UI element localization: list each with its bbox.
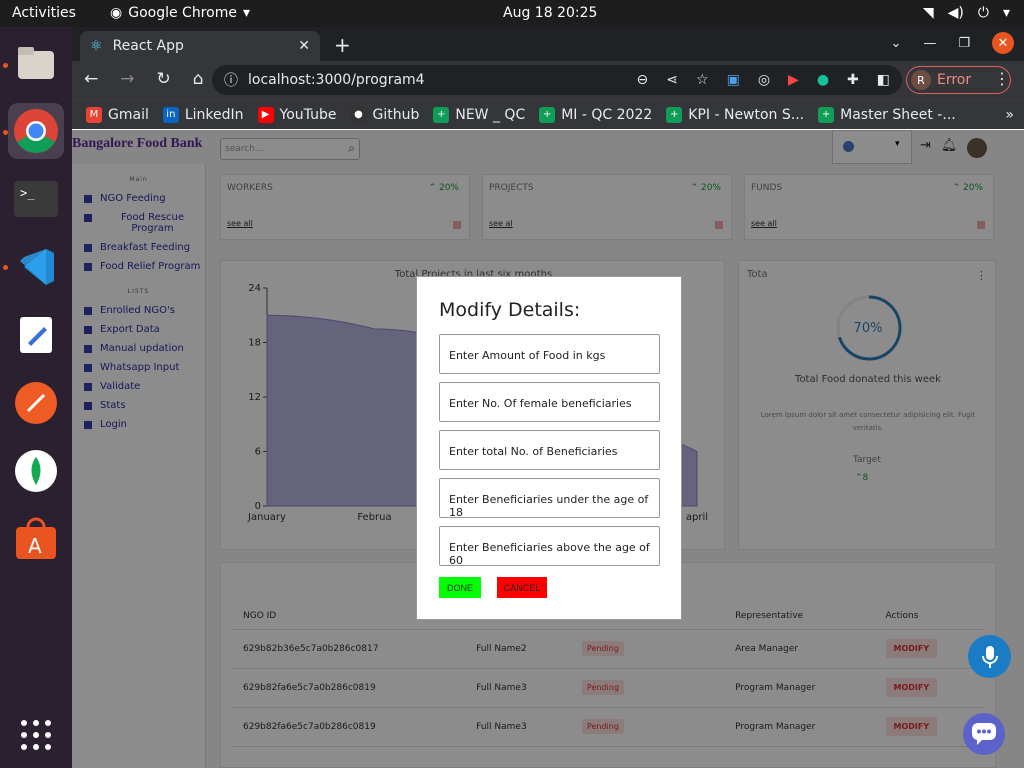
bookmark-6[interactable]: + KPI - Newton S... xyxy=(666,106,805,123)
chrome-small-icon: ◉ xyxy=(110,5,123,21)
volume-icon: ◀) xyxy=(947,5,964,21)
bookmark-5[interactable]: + MI - QC 2022 xyxy=(539,106,653,123)
extension-circle-icon[interactable]: ◎ xyxy=(758,72,770,88)
bookmark-favicon-icon: + xyxy=(818,106,835,123)
caret-down-icon: ▾ xyxy=(1002,5,1010,21)
zoom-out-icon[interactable]: ⊖ xyxy=(637,72,649,88)
bookmark-2[interactable]: ▶ YouTube xyxy=(257,106,337,123)
female-beneficiaries-input[interactable]: Enter No. Of female beneficiaries xyxy=(439,382,660,422)
window-controls: ⌄ — ❐ ✕ xyxy=(890,32,1014,54)
bookmark-favicon-icon: M xyxy=(86,106,102,123)
extensions-puzzle-icon[interactable]: ✚ xyxy=(847,72,859,88)
done-button[interactable]: DONE xyxy=(439,577,481,598)
profile-status: Error xyxy=(937,72,972,88)
tab-search-icon[interactable]: ⌄ xyxy=(890,36,901,51)
bookmark-label: NEW _ QC xyxy=(455,106,526,123)
extension-youtube-icon[interactable]: ▶ xyxy=(788,72,799,88)
show-apps-icon[interactable] xyxy=(8,707,64,763)
mongodb-compass-icon[interactable] xyxy=(8,443,64,499)
chrome-icon[interactable] xyxy=(8,103,64,159)
activities-button[interactable]: Activities xyxy=(12,5,76,21)
svg-text:A: A xyxy=(28,534,42,558)
running-indicator xyxy=(3,265,8,270)
total-beneficiaries-input[interactable]: Enter total No. of Beneficiaries xyxy=(439,430,660,470)
caret-down-icon: ▾ xyxy=(242,5,250,21)
bookmark-label: LinkedIn xyxy=(184,106,244,123)
system-top-bar: Activities ◉ Google Chrome ▾ Aug 18 20:2… xyxy=(0,0,1024,27)
forward-icon[interactable]: → xyxy=(120,69,134,89)
restore-icon[interactable]: ❐ xyxy=(958,36,970,51)
food-amount-input[interactable]: Enter Amount of Food in kgs xyxy=(439,334,660,374)
tab-title: React App xyxy=(112,38,184,54)
bookmark-favicon-icon: + xyxy=(433,106,450,123)
files-icon[interactable] xyxy=(8,35,64,91)
browser-toolbar: ← → ↻ ⌂ ⓘ localhost:3000/program4 ⊖ ⋖ ☆ … xyxy=(72,61,1024,99)
modify-details-modal: Modify Details: Enter Amount of Food in … xyxy=(416,276,682,620)
bookmark-label: KPI - Newton S... xyxy=(688,106,805,123)
chrome-window: ⚛ React App ✕ + ⌄ — ❐ ✕ ← → ↻ ⌂ ⓘ localh… xyxy=(72,27,1024,768)
system-tray[interactable]: ◥ ◀) ⏻ ▾ xyxy=(923,5,1010,21)
new-tab-icon[interactable]: + xyxy=(334,33,351,57)
home-icon[interactable]: ⌂ xyxy=(193,69,204,89)
bookmark-label: Gmail xyxy=(108,106,149,123)
bookmarks-overflow-icon[interactable]: » xyxy=(1005,107,1024,123)
text-editor-icon[interactable] xyxy=(8,307,64,363)
extension-screen-icon[interactable]: ▣ xyxy=(727,72,740,88)
minimize-icon[interactable]: — xyxy=(923,36,936,51)
bookmark-label: MI - QC 2022 xyxy=(561,106,653,123)
app-menu-label: Google Chrome xyxy=(128,5,237,21)
close-tab-icon[interactable]: ✕ xyxy=(298,38,310,54)
bookmark-favicon-icon: ▶ xyxy=(257,106,274,123)
back-icon[interactable]: ← xyxy=(84,69,98,89)
bookmark-favicon-icon: + xyxy=(666,106,683,123)
wifi-icon: ◥ xyxy=(922,5,934,21)
chat-bot-icon[interactable] xyxy=(963,713,1005,755)
power-icon: ⏻ xyxy=(977,5,989,21)
close-window-icon[interactable]: ✕ xyxy=(992,32,1014,54)
bookmark-0[interactable]: M Gmail xyxy=(86,106,149,123)
vscode-icon[interactable] xyxy=(8,239,64,295)
bookmark-7[interactable]: + Master Sheet -... xyxy=(818,106,956,123)
app-menu[interactable]: ◉ Google Chrome ▾ xyxy=(110,5,250,21)
bookmark-3[interactable]: ● Github xyxy=(350,106,420,123)
chrome-menu-icon[interactable]: ⋮ xyxy=(994,69,1010,88)
info-icon[interactable]: ⓘ xyxy=(224,70,238,90)
avatar: R xyxy=(911,70,931,90)
address-bar[interactable]: ⓘ localhost:3000/program4 ⊖ ⋖ ☆ ▣ ◎ ▶ ● … xyxy=(212,65,902,95)
dock: >_ A xyxy=(0,27,72,768)
bookmark-favicon-icon: ● xyxy=(350,106,367,123)
web-page: Bangalore Food Bank search... ⌕ ▾ ⇥ 🔔︎ M… xyxy=(72,130,1024,768)
share-icon[interactable]: ⋖ xyxy=(666,72,678,88)
bookmark-favicon-icon: in xyxy=(162,106,179,123)
postman-icon[interactable] xyxy=(8,375,64,431)
bookmark-star-icon[interactable]: ☆ xyxy=(696,72,709,88)
bookmark-label: Github xyxy=(372,106,420,123)
running-indicator xyxy=(3,130,8,135)
bookmarks-bar: M Gmail in LinkedIn ▶ YouTube ● Github + NEW _ QC… xyxy=(72,99,1024,129)
under-18-beneficiaries-input[interactable]: Enter Beneficiaries under the age of 18 xyxy=(439,478,660,519)
side-panel-icon[interactable]: ◧ xyxy=(877,72,890,88)
reload-icon[interactable]: ↻ xyxy=(157,69,171,89)
react-icon: ⚛ xyxy=(90,38,103,54)
cancel-button[interactable]: CANCEL xyxy=(497,577,547,598)
svg-text:>_: >_ xyxy=(20,186,35,200)
terminal-icon[interactable]: >_ xyxy=(8,171,64,227)
bookmark-favicon-icon: + xyxy=(539,106,556,123)
tab-react-app[interactable]: ⚛ React App ✕ xyxy=(80,31,320,61)
above-60-beneficiaries-input[interactable]: Enter Beneficiaries above the age of 60 xyxy=(439,526,660,567)
bookmark-4[interactable]: + NEW _ QC xyxy=(433,106,526,123)
microphone-icon[interactable] xyxy=(968,635,1011,678)
modal-title: Modify Details: xyxy=(439,299,581,321)
bookmark-label: Master Sheet -... xyxy=(840,106,956,123)
tab-strip: ⚛ React App ✕ + ⌄ — ❐ ✕ xyxy=(72,27,1024,61)
clock[interactable]: Aug 18 20:25 xyxy=(503,5,597,21)
bookmark-1[interactable]: in LinkedIn xyxy=(162,106,244,123)
extension-grammarly-icon[interactable]: ● xyxy=(817,72,829,88)
bookmark-label: YouTube xyxy=(279,106,337,123)
app-center-icon[interactable]: A xyxy=(8,511,64,567)
url-text: localhost:3000/program4 xyxy=(248,72,425,88)
